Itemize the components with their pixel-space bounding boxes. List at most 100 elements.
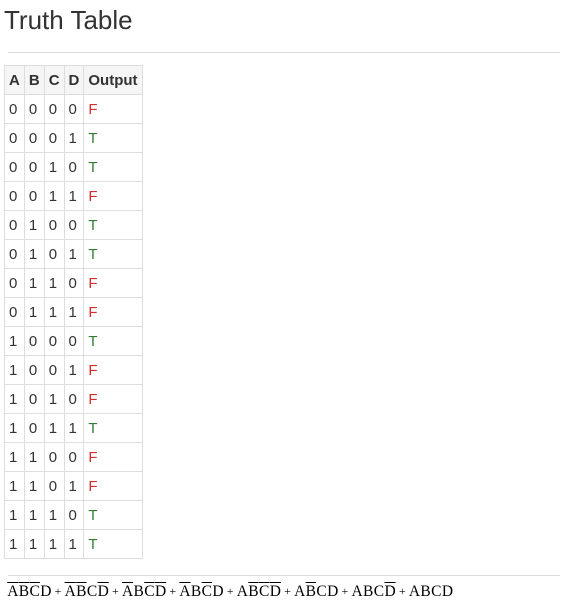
cell-c: 0 (43, 442, 65, 472)
cell-output: F (83, 384, 143, 414)
cell-b: 0 (23, 384, 45, 414)
cell-a: 0 (4, 152, 25, 182)
cell-c: 1 (43, 268, 65, 298)
column-header-a: A (4, 65, 25, 95)
table-row: 1000T (4, 326, 143, 356)
cell-d: 0 (63, 442, 85, 472)
literal: C (373, 583, 385, 600)
cell-output: T (83, 210, 143, 240)
negated-literal: B (305, 583, 316, 600)
negated-literal: A (121, 583, 134, 600)
cell-b: 0 (23, 355, 45, 385)
cell-b: 1 (23, 442, 45, 472)
negated-literal: C (201, 583, 212, 600)
negated-literal: A (64, 583, 76, 600)
cell-output: F (83, 442, 143, 472)
cell-c: 0 (43, 326, 65, 356)
cell-d: 1 (63, 413, 85, 443)
cell-output: F (83, 355, 143, 385)
cell-d: 0 (63, 152, 85, 182)
cell-a: 0 (4, 210, 25, 240)
column-header-output: Output (83, 65, 143, 95)
cell-output: T (83, 152, 143, 182)
cell-a: 0 (4, 181, 25, 211)
cell-b: 0 (23, 123, 45, 153)
divider (8, 575, 560, 576)
cell-output: F (83, 94, 143, 124)
literal: A (294, 583, 306, 600)
cell-a: 1 (4, 471, 25, 501)
cell-d: 1 (63, 123, 85, 153)
boolean-expression: ABCD + ABCD + ABCD + ABCD + ABCD + ABCD + ABCD + ABCD (7, 580, 453, 603)
cell-c: 0 (43, 471, 65, 501)
cell-a: 0 (4, 239, 25, 269)
cell-output: F (83, 471, 143, 501)
negated-literal: D (154, 583, 167, 600)
cell-output: T (83, 500, 143, 530)
table-row: 1011T (4, 413, 143, 443)
cell-d: 1 (63, 239, 85, 269)
cell-c: 0 (43, 239, 65, 269)
literal: B (133, 583, 144, 600)
page-title: Truth Table (4, 5, 133, 35)
cell-a: 0 (4, 268, 25, 298)
literal: B (190, 583, 202, 600)
table-row: 0101T (4, 239, 143, 269)
cell-a: 1 (4, 413, 25, 443)
cell-b: 1 (23, 471, 45, 501)
column-header-d: D (63, 65, 85, 95)
literal: C (431, 583, 442, 600)
table-row: 0110F (4, 268, 143, 298)
cell-b: 0 (23, 94, 45, 124)
literal: D (327, 583, 339, 600)
literal: B (363, 583, 374, 600)
literal: A (236, 583, 248, 600)
cell-d: 1 (63, 471, 85, 501)
literal: A (351, 583, 363, 600)
minterm: ABCD (7, 581, 52, 603)
negated-literal: C (29, 583, 40, 600)
minterm: ABCD (179, 581, 224, 603)
literal: D (40, 583, 52, 600)
plus-operator: + (284, 584, 291, 598)
cell-d: 1 (63, 297, 85, 327)
cell-b: 1 (23, 268, 45, 298)
column-header-c: C (43, 65, 65, 95)
table-header-row: A B C D Output (4, 65, 143, 95)
cell-output: T (83, 123, 143, 153)
minterm: ABCD (64, 581, 109, 603)
table-row: 0100T (4, 210, 143, 240)
cell-b: 0 (23, 152, 45, 182)
negated-literal: B (76, 583, 87, 600)
cell-b: 1 (23, 239, 45, 269)
cell-b: 0 (23, 181, 45, 211)
cell-output: F (83, 297, 143, 327)
cell-a: 1 (4, 384, 25, 414)
cell-a: 0 (4, 123, 25, 153)
plus-operator: + (169, 584, 177, 598)
negated-literal: D (384, 583, 396, 600)
cell-b: 1 (23, 210, 45, 240)
cell-output: F (83, 181, 143, 211)
cell-d: 0 (63, 384, 85, 414)
cell-a: 0 (4, 297, 25, 327)
negated-literal: B (248, 583, 259, 600)
table-row: 1111T (4, 529, 143, 559)
plus-operator: + (54, 584, 62, 598)
literal: C (316, 583, 327, 600)
minterm: ABCD (409, 581, 454, 603)
cell-a: 1 (4, 355, 25, 385)
table-row: 0000F (4, 94, 143, 124)
cell-b: 1 (23, 297, 45, 327)
cell-output: F (83, 268, 143, 298)
cell-d: 1 (63, 181, 85, 211)
plus-operator: + (398, 584, 406, 598)
literal: A (408, 583, 421, 600)
cell-a: 1 (4, 442, 25, 472)
table-row: 0011F (4, 181, 143, 211)
table-row: 1110T (4, 500, 143, 530)
minterm: ABCD (351, 581, 396, 603)
negated-literal: B (18, 583, 30, 600)
cell-output: T (83, 529, 143, 559)
cell-d: 0 (63, 326, 85, 356)
